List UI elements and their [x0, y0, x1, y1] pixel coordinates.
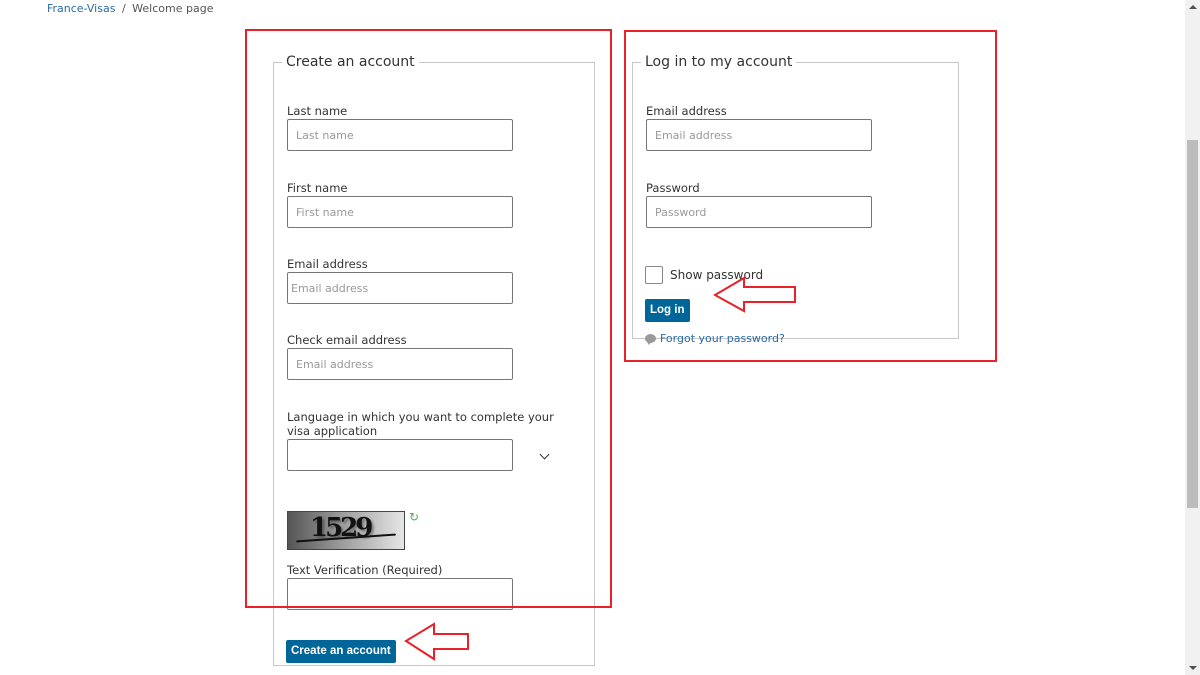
login-email-label: Email address	[646, 104, 727, 118]
language-label: Language in which you want to complete y…	[287, 410, 554, 438]
breadcrumb-home-link[interactable]: France-Visas	[47, 2, 115, 15]
password-label: Password	[646, 181, 700, 195]
language-select[interactable]	[287, 439, 513, 471]
first-name-label: First name	[287, 181, 348, 195]
show-password-row: Show password	[645, 266, 763, 284]
login-legend: Log in to my account	[645, 54, 793, 70]
login-email-field: Email address	[646, 104, 872, 151]
login-panel: Log in to my account Email address Passw…	[632, 54, 959, 345]
speech-bubble-icon	[645, 334, 656, 345]
check-email-label: Check email address	[287, 333, 407, 347]
chevron-down-icon	[539, 449, 550, 460]
email-label: Email address	[287, 257, 368, 271]
breadcrumb: France-Visas / Welcome page	[47, 2, 213, 15]
last-name-input[interactable]	[287, 119, 513, 151]
language-select-wrap	[287, 439, 557, 471]
create-account-panel: Create an account Last name First name E…	[273, 54, 595, 666]
check-email-field: Check email address	[287, 333, 513, 380]
forgot-password-link[interactable]: Forgot your password?	[660, 332, 785, 345]
captcha-text-input[interactable]	[287, 578, 513, 610]
password-input[interactable]	[646, 196, 872, 228]
captcha-text-label: Text Verification (Required)	[287, 563, 443, 577]
email-input[interactable]	[287, 272, 513, 304]
language-field: Language in which you want to complete y…	[287, 410, 557, 471]
captcha-text-field: Text Verification (Required)	[287, 563, 513, 610]
last-name-field: Last name	[287, 104, 513, 151]
vertical-scrollbar[interactable]	[1185, 0, 1200, 675]
login-email-input[interactable]	[646, 119, 872, 151]
breadcrumb-current: Welcome page	[132, 2, 214, 15]
create-account-legend: Create an account	[286, 54, 415, 70]
refresh-icon[interactable]: ↻	[409, 511, 421, 523]
scrollbar-thumb[interactable]	[1187, 140, 1198, 508]
first-name-field: First name	[287, 181, 513, 228]
scroll-up-icon[interactable]	[1189, 5, 1197, 9]
breadcrumb-separator: /	[121, 2, 126, 15]
check-email-input[interactable]	[287, 348, 513, 380]
show-password-checkbox[interactable]	[645, 266, 663, 284]
show-password-label[interactable]: Show password	[670, 268, 763, 282]
forgot-password-row: Forgot your password?	[645, 332, 785, 345]
last-name-label: Last name	[287, 104, 348, 118]
create-account-button[interactable]: Create an account	[286, 640, 396, 663]
email-field: Email address	[287, 257, 513, 304]
login-button[interactable]: Log in	[645, 299, 690, 322]
password-field: Password	[646, 181, 872, 228]
captcha-image: 1529	[287, 511, 405, 550]
scroll-down-icon[interactable]	[1189, 666, 1197, 670]
first-name-input[interactable]	[287, 196, 513, 228]
